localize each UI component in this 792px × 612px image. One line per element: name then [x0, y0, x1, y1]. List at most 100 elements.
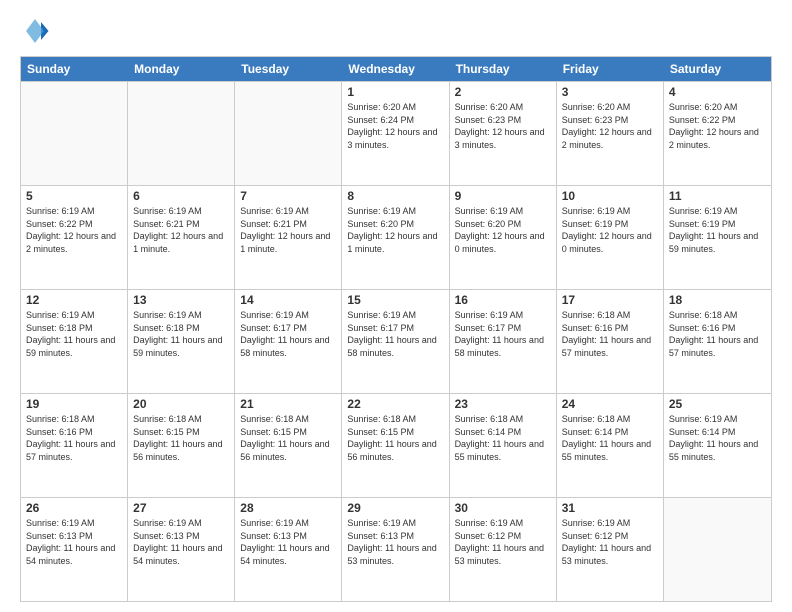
- day-cell-6: 6 Sunrise: 6:19 AM Sunset: 6:21 PM Daylig…: [128, 186, 235, 289]
- logo: [20, 16, 54, 46]
- empty-cell: [128, 82, 235, 185]
- day-info: Sunrise: 6:19 AM Sunset: 6:20 PM Dayligh…: [455, 205, 551, 255]
- day-info: Sunrise: 6:19 AM Sunset: 6:13 PM Dayligh…: [26, 517, 122, 567]
- day-number: 20: [133, 397, 229, 411]
- day-number: 9: [455, 189, 551, 203]
- day-number: 25: [669, 397, 766, 411]
- day-cell-14: 14Sunrise: 6:19 AM Sunset: 6:17 PM Dayli…: [235, 290, 342, 393]
- day-cell-10: 10 Sunrise: 6:19 AM Sunset: 6:19 PM Dayli…: [557, 186, 664, 289]
- day-cell-19: 19 Sunrise: 6:18 AM Sunset: 6:16 PM Dayli…: [21, 394, 128, 497]
- day-info: Sunrise: 6:18 AM Sunset: 6:15 PM Dayligh…: [133, 413, 229, 463]
- day-number: 22: [347, 397, 443, 411]
- empty-cell: [235, 82, 342, 185]
- day-cell-16: 16Sunrise: 6:19 AM Sunset: 6:17 PM Dayli…: [450, 290, 557, 393]
- day-cell-29: 29 Sunrise: 6:19 AM Sunset: 6:13 PM Dayli…: [342, 498, 449, 601]
- day-cell-11: 11 Sunrise: 6:19 AM Sunset: 6:19 PM Dayli…: [664, 186, 771, 289]
- day-cell-22: 22Sunrise: 6:18 AM Sunset: 6:15 PM Dayli…: [342, 394, 449, 497]
- day-info: Sunrise: 6:20 AM Sunset: 6:24 PM Dayligh…: [347, 101, 443, 151]
- day-number: 7: [240, 189, 336, 203]
- day-info: Sunrise: 6:19 AM Sunset: 6:14 PM Dayligh…: [669, 413, 766, 463]
- day-cell-23: 23Sunrise: 6:18 AM Sunset: 6:14 PM Dayli…: [450, 394, 557, 497]
- day-cell-4: 4Sunrise: 6:20 AM Sunset: 6:22 PM Daylig…: [664, 82, 771, 185]
- day-cell-28: 28Sunrise: 6:19 AM Sunset: 6:13 PM Dayli…: [235, 498, 342, 601]
- day-cell-5: 5 Sunrise: 6:19 AM Sunset: 6:22 PM Daylig…: [21, 186, 128, 289]
- day-cell-27: 27 Sunrise: 6:19 AM Sunset: 6:13 PM Dayli…: [128, 498, 235, 601]
- day-info: Sunrise: 6:19 AM Sunset: 6:19 PM Dayligh…: [562, 205, 658, 255]
- day-number: 28: [240, 501, 336, 515]
- day-number: 8: [347, 189, 443, 203]
- day-cell-31: 31 Sunrise: 6:19 AM Sunset: 6:12 PM Dayli…: [557, 498, 664, 601]
- day-cell-2: 2 Sunrise: 6:20 AM Sunset: 6:23 PM Daylig…: [450, 82, 557, 185]
- day-info: Sunrise: 6:18 AM Sunset: 6:14 PM Dayligh…: [455, 413, 551, 463]
- day-number: 6: [133, 189, 229, 203]
- day-number: 24: [562, 397, 658, 411]
- day-cell-18: 18Sunrise: 6:18 AM Sunset: 6:16 PM Dayli…: [664, 290, 771, 393]
- day-number: 5: [26, 189, 122, 203]
- empty-cell: [21, 82, 128, 185]
- day-number: 21: [240, 397, 336, 411]
- day-cell-8: 8 Sunrise: 6:19 AM Sunset: 6:20 PM Daylig…: [342, 186, 449, 289]
- day-number: 18: [669, 293, 766, 307]
- header: [20, 16, 772, 46]
- header-day-thursday: Thursday: [450, 57, 557, 81]
- header-day-tuesday: Tuesday: [235, 57, 342, 81]
- day-cell-13: 13 Sunrise: 6:19 AM Sunset: 6:18 PM Dayli…: [128, 290, 235, 393]
- day-info: Sunrise: 6:19 AM Sunset: 6:17 PM Dayligh…: [240, 309, 336, 359]
- day-number: 16: [455, 293, 551, 307]
- calendar-week-4: 19 Sunrise: 6:18 AM Sunset: 6:16 PM Dayli…: [21, 393, 771, 497]
- day-cell-20: 20 Sunrise: 6:18 AM Sunset: 6:15 PM Dayli…: [128, 394, 235, 497]
- day-number: 2: [455, 85, 551, 99]
- day-cell-1: 1 Sunrise: 6:20 AM Sunset: 6:24 PM Daylig…: [342, 82, 449, 185]
- header-day-monday: Monday: [128, 57, 235, 81]
- day-info: Sunrise: 6:19 AM Sunset: 6:13 PM Dayligh…: [347, 517, 443, 567]
- day-cell-3: 3Sunrise: 6:20 AM Sunset: 6:23 PM Daylig…: [557, 82, 664, 185]
- day-info: Sunrise: 6:19 AM Sunset: 6:19 PM Dayligh…: [669, 205, 766, 255]
- page: SundayMondayTuesdayWednesdayThursdayFrid…: [0, 0, 792, 612]
- day-number: 1: [347, 85, 443, 99]
- day-cell-17: 17 Sunrise: 6:18 AM Sunset: 6:16 PM Dayli…: [557, 290, 664, 393]
- day-info: Sunrise: 6:19 AM Sunset: 6:18 PM Dayligh…: [133, 309, 229, 359]
- header-day-saturday: Saturday: [664, 57, 771, 81]
- calendar-week-5: 26 Sunrise: 6:19 AM Sunset: 6:13 PM Dayli…: [21, 497, 771, 601]
- calendar-week-3: 12Sunrise: 6:19 AM Sunset: 6:18 PM Dayli…: [21, 289, 771, 393]
- calendar: SundayMondayTuesdayWednesdayThursdayFrid…: [20, 56, 772, 602]
- header-day-friday: Friday: [557, 57, 664, 81]
- day-cell-21: 21 Sunrise: 6:18 AM Sunset: 6:15 PM Dayli…: [235, 394, 342, 497]
- day-info: Sunrise: 6:19 AM Sunset: 6:17 PM Dayligh…: [347, 309, 443, 359]
- day-info: Sunrise: 6:18 AM Sunset: 6:15 PM Dayligh…: [240, 413, 336, 463]
- day-number: 4: [669, 85, 766, 99]
- day-number: 26: [26, 501, 122, 515]
- day-cell-25: 25 Sunrise: 6:19 AM Sunset: 6:14 PM Dayli…: [664, 394, 771, 497]
- day-cell-9: 9 Sunrise: 6:19 AM Sunset: 6:20 PM Daylig…: [450, 186, 557, 289]
- day-number: 27: [133, 501, 229, 515]
- day-number: 10: [562, 189, 658, 203]
- day-info: Sunrise: 6:18 AM Sunset: 6:16 PM Dayligh…: [26, 413, 122, 463]
- day-number: 17: [562, 293, 658, 307]
- day-info: Sunrise: 6:19 AM Sunset: 6:13 PM Dayligh…: [133, 517, 229, 567]
- day-number: 13: [133, 293, 229, 307]
- day-info: Sunrise: 6:18 AM Sunset: 6:14 PM Dayligh…: [562, 413, 658, 463]
- day-info: Sunrise: 6:20 AM Sunset: 6:23 PM Dayligh…: [562, 101, 658, 151]
- day-number: 11: [669, 189, 766, 203]
- header-day-wednesday: Wednesday: [342, 57, 449, 81]
- day-info: Sunrise: 6:19 AM Sunset: 6:21 PM Dayligh…: [133, 205, 229, 255]
- day-info: Sunrise: 6:19 AM Sunset: 6:12 PM Dayligh…: [455, 517, 551, 567]
- day-number: 19: [26, 397, 122, 411]
- calendar-week-2: 5 Sunrise: 6:19 AM Sunset: 6:22 PM Daylig…: [21, 185, 771, 289]
- day-number: 29: [347, 501, 443, 515]
- day-cell-7: 7 Sunrise: 6:19 AM Sunset: 6:21 PM Daylig…: [235, 186, 342, 289]
- calendar-header: SundayMondayTuesdayWednesdayThursdayFrid…: [21, 57, 771, 81]
- day-info: Sunrise: 6:19 AM Sunset: 6:18 PM Dayligh…: [26, 309, 122, 359]
- day-info: Sunrise: 6:19 AM Sunset: 6:21 PM Dayligh…: [240, 205, 336, 255]
- day-info: Sunrise: 6:20 AM Sunset: 6:23 PM Dayligh…: [455, 101, 551, 151]
- day-info: Sunrise: 6:19 AM Sunset: 6:22 PM Dayligh…: [26, 205, 122, 255]
- day-cell-26: 26 Sunrise: 6:19 AM Sunset: 6:13 PM Dayli…: [21, 498, 128, 601]
- day-info: Sunrise: 6:19 AM Sunset: 6:12 PM Dayligh…: [562, 517, 658, 567]
- empty-cell: [664, 498, 771, 601]
- calendar-body: 1 Sunrise: 6:20 AM Sunset: 6:24 PM Daylig…: [21, 81, 771, 601]
- day-cell-30: 30Sunrise: 6:19 AM Sunset: 6:12 PM Dayli…: [450, 498, 557, 601]
- day-info: Sunrise: 6:18 AM Sunset: 6:16 PM Dayligh…: [562, 309, 658, 359]
- logo-icon: [20, 16, 50, 46]
- day-number: 31: [562, 501, 658, 515]
- day-info: Sunrise: 6:19 AM Sunset: 6:20 PM Dayligh…: [347, 205, 443, 255]
